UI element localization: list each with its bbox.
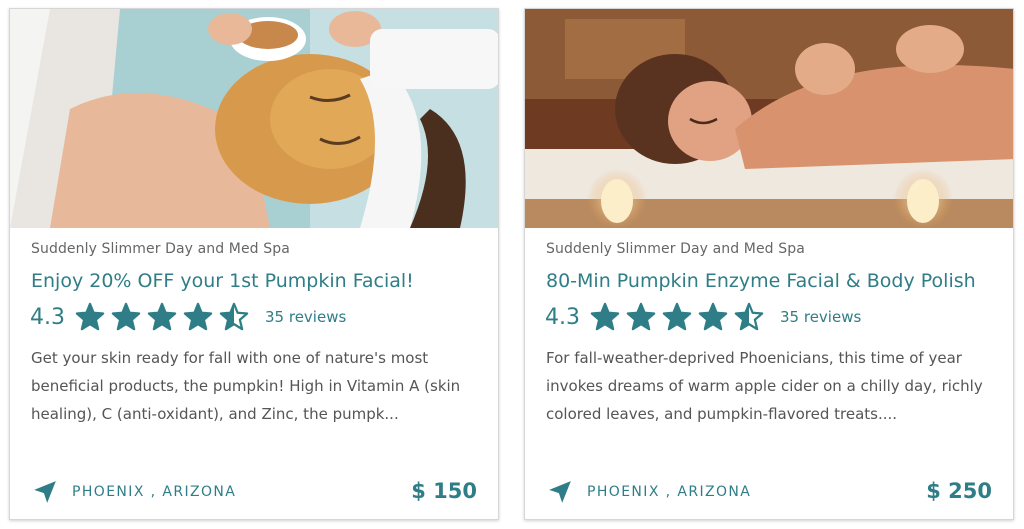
location-arrow-icon xyxy=(34,481,56,503)
rating-value: 4.3 xyxy=(545,304,580,330)
deal-photo-facial[interactable] xyxy=(10,9,498,228)
star-full-icon xyxy=(662,302,692,331)
star-half-icon xyxy=(219,302,249,331)
reviews-link[interactable]: 35 reviews xyxy=(265,308,346,326)
star-full-icon xyxy=(147,302,177,331)
location: PHOENIX , ARIZONA xyxy=(32,479,236,505)
deal-photo-massage[interactable] xyxy=(525,9,1013,228)
facial-mask-photo-icon xyxy=(10,9,498,228)
deal-description: Get your skin ready for fall with one of… xyxy=(31,349,461,423)
star-rating xyxy=(590,302,770,332)
star-rating xyxy=(75,302,255,332)
star-full-icon xyxy=(75,302,105,331)
star-full-icon xyxy=(626,302,656,331)
location-text: PHOENIX , ARIZONA xyxy=(72,484,237,500)
deal-title[interactable]: 80-Min Pumpkin Enzyme Facial & Body Poli… xyxy=(546,270,976,292)
deal-card-enzyme-facial[interactable]: Suddenly Slimmer Day and Med Spa 80-Min … xyxy=(524,8,1014,520)
vendor-name: Suddenly Slimmer Day and Med Spa xyxy=(31,241,290,257)
location-text: PHOENIX , ARIZONA xyxy=(587,484,752,500)
star-full-icon xyxy=(590,302,620,331)
star-full-icon xyxy=(698,302,728,331)
deal-description: For fall-weather-deprived Phoenicians, t… xyxy=(546,349,983,423)
vendor-name: Suddenly Slimmer Day and Med Spa xyxy=(546,241,805,257)
star-full-icon xyxy=(183,302,213,331)
deal-price: $ 250 xyxy=(926,479,992,503)
rating-row: 4.3 35 reviews xyxy=(545,301,861,333)
star-full-icon xyxy=(111,302,141,331)
reviews-link[interactable]: 35 reviews xyxy=(780,308,861,326)
deal-title[interactable]: Enjoy 20% OFF your 1st Pumpkin Facial! xyxy=(31,270,414,292)
location-arrow-icon xyxy=(549,481,571,503)
massage-photo-icon xyxy=(525,9,1013,228)
deal-card-pumpkin-facial[interactable]: Suddenly Slimmer Day and Med Spa Enjoy 2… xyxy=(9,8,499,520)
rating-row: 4.3 35 reviews xyxy=(30,301,346,333)
rating-value: 4.3 xyxy=(30,304,65,330)
star-half-icon xyxy=(734,302,764,331)
location: PHOENIX , ARIZONA xyxy=(547,479,751,505)
deal-price: $ 150 xyxy=(411,479,477,503)
